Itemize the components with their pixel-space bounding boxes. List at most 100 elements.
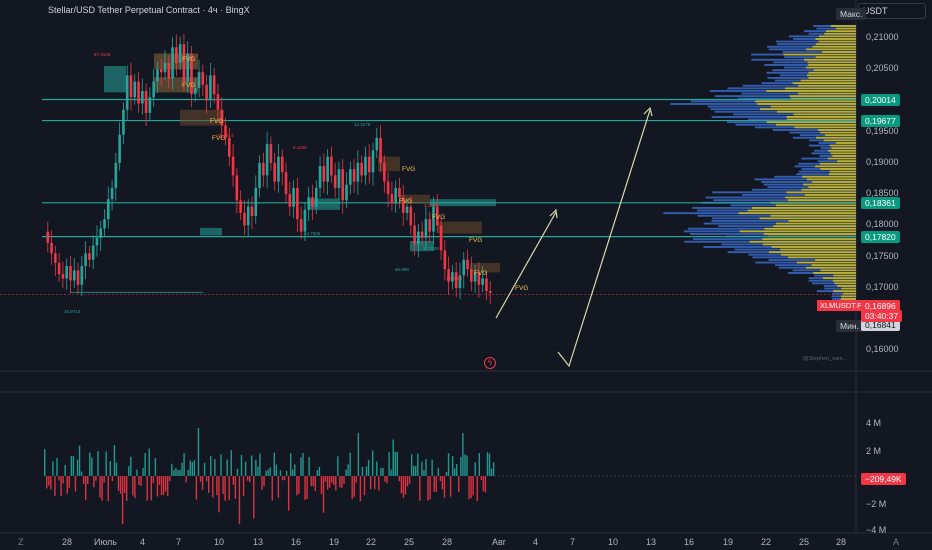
timezone-icon[interactable]: Z — [18, 537, 24, 547]
date-tick: 16 — [684, 537, 695, 547]
volume-bar — [175, 467, 177, 476]
profile-bar — [818, 35, 856, 38]
volume-bar — [410, 454, 413, 476]
volume-bar — [382, 467, 384, 476]
candle-body — [307, 197, 311, 210]
candle-body — [296, 187, 299, 220]
candle-body — [72, 270, 76, 281]
volume-bar — [337, 456, 339, 476]
candle-body — [303, 209, 307, 232]
profile-bar — [786, 191, 856, 194]
volume-bar — [285, 470, 288, 476]
candle-body — [95, 237, 99, 246]
profile-bar — [759, 217, 856, 220]
profile-bar — [820, 168, 856, 170]
volume-bar — [492, 462, 495, 476]
volume-bar — [267, 469, 269, 476]
chart-canvas[interactable] — [0, 0, 932, 550]
candle-body — [394, 187, 397, 204]
price-tick: 0,19500 — [866, 125, 899, 136]
date-tick: Авг — [492, 537, 507, 547]
profile-bar — [803, 58, 856, 61]
volume-bar — [314, 476, 316, 492]
volume-bar — [400, 476, 403, 494]
volume-bar — [249, 476, 251, 483]
candle-body — [428, 219, 432, 232]
volume-bar — [228, 476, 230, 501]
volume-delta: −209,49K — [861, 473, 906, 485]
profile-bar — [738, 212, 856, 215]
fvg-zone — [310, 198, 340, 210]
profile-bar — [812, 181, 856, 183]
volume-bar — [480, 476, 483, 481]
volume-bar — [87, 476, 89, 484]
volume-bar — [431, 459, 433, 476]
volume-bar — [162, 476, 165, 495]
fvg-zone — [438, 221, 482, 234]
volume-bar — [121, 476, 124, 524]
volume-bar — [302, 453, 304, 476]
projection-arrow — [557, 109, 651, 368]
volume-bar — [205, 476, 208, 482]
volume-bar — [335, 476, 337, 491]
price-tick: 0,21000 — [866, 31, 899, 42]
fvg-zone — [430, 199, 496, 207]
volume-bar — [415, 466, 417, 476]
volume-bar — [331, 476, 333, 483]
candle-body — [61, 274, 65, 279]
date-tick: 4 — [533, 537, 539, 547]
profile-bar — [747, 209, 856, 212]
level-price-label: 0,19677 — [861, 114, 900, 127]
profile-bar — [752, 207, 856, 209]
candle-body — [443, 250, 447, 270]
candle-body — [288, 194, 292, 207]
candle-body — [212, 75, 216, 95]
profile-bar — [757, 103, 856, 105]
volume-bar — [97, 451, 99, 476]
volume-bar — [441, 476, 444, 490]
volume-bar — [234, 476, 237, 499]
candle-body — [254, 187, 258, 216]
candle-body — [239, 200, 242, 213]
profile-bar — [819, 162, 856, 165]
volume-bar — [369, 476, 372, 490]
profile-bar — [788, 220, 856, 222]
profile-bar — [762, 243, 856, 246]
profile-bar — [808, 64, 856, 66]
profile-bar — [766, 90, 856, 92]
volume-bar — [445, 471, 448, 476]
profile-bar — [827, 157, 856, 160]
volume-bar — [423, 470, 425, 476]
volume-bar — [429, 476, 431, 500]
volume-bar — [421, 461, 423, 476]
price-tick: 0,19000 — [866, 156, 899, 167]
volume-bar — [134, 476, 136, 499]
volume-bar — [146, 476, 148, 501]
profile-bar — [825, 134, 856, 137]
volume-bar — [374, 476, 376, 490]
volume-bar — [261, 476, 263, 490]
volume-bar — [470, 476, 472, 499]
auto-scale-button[interactable]: A — [893, 537, 899, 547]
candle-body — [330, 156, 333, 176]
volume-bar — [406, 476, 409, 487]
candle-body — [390, 194, 394, 204]
lightning-icon[interactable]: ϟ — [484, 357, 496, 369]
date-tick: 13 — [646, 537, 657, 547]
volume-tick: 2 M — [866, 446, 882, 456]
swing-annotation: 12.3426 — [446, 276, 463, 281]
profile-bar — [762, 238, 856, 241]
profile-bar — [823, 139, 856, 142]
profile-bar — [824, 32, 856, 35]
profile-bar — [760, 108, 856, 111]
volume-bar — [324, 476, 327, 482]
volume-bar — [269, 467, 271, 476]
volume-bar — [443, 476, 446, 498]
profile-bar — [806, 266, 856, 269]
volume-bar — [298, 476, 300, 494]
profile-bar — [773, 225, 856, 228]
volume-bar — [259, 453, 261, 476]
currency-select[interactable]: USDT — [858, 3, 926, 19]
candle-body — [54, 253, 57, 263]
volume-bar — [472, 476, 474, 496]
